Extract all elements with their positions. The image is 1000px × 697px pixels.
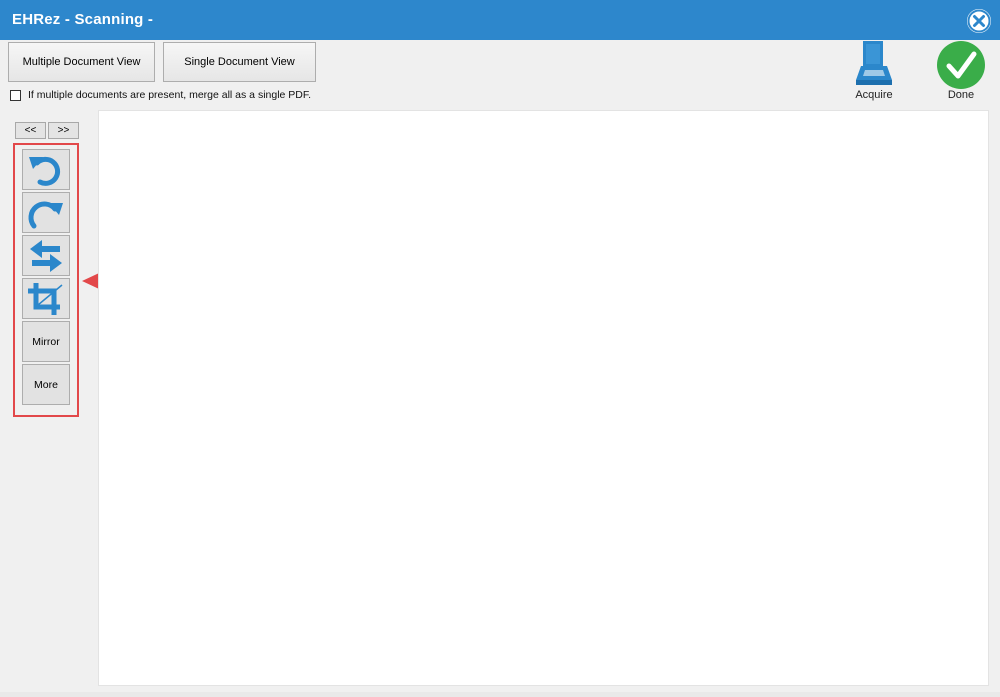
mirror-button[interactable]: Mirror <box>22 321 70 362</box>
acquire-button[interactable] <box>851 40 897 90</box>
previous-page-button[interactable]: << <box>15 122 46 139</box>
checkmark-icon <box>937 41 985 89</box>
window-title: EHRez - Scanning - <box>12 11 154 28</box>
bottom-border <box>0 692 1000 697</box>
next-page-button[interactable]: >> <box>48 122 79 139</box>
done-label: Done <box>947 89 975 101</box>
tool-sidebar: << >> Mirror More <box>0 108 98 697</box>
crop-button[interactable] <box>22 278 70 319</box>
swap-arrows-icon <box>30 239 62 272</box>
crop-icon <box>28 282 63 315</box>
merge-pdf-label: If multiple documents are present, merge… <box>28 89 312 101</box>
more-button[interactable]: More <box>22 364 70 405</box>
acquire-label: Acquire <box>855 89 893 101</box>
rotate-right-button[interactable] <box>22 192 70 233</box>
close-icon[interactable] <box>964 6 994 36</box>
multiple-document-view-button[interactable]: Multiple Document View <box>8 42 155 82</box>
scanner-icon <box>856 41 892 85</box>
done-button[interactable] <box>936 41 986 91</box>
document-preview-area[interactable] <box>98 110 989 686</box>
merge-pdf-checkbox[interactable] <box>10 89 21 101</box>
single-document-view-button[interactable]: Single Document View <box>163 42 316 82</box>
rotate-right-icon <box>28 201 63 228</box>
swap-button[interactable] <box>22 235 70 276</box>
toolbar: Multiple Document View Single Document V… <box>0 40 1000 106</box>
title-bar: EHRez - Scanning - <box>0 0 1000 40</box>
rotate-left-icon <box>29 156 61 186</box>
merge-pdf-option[interactable]: If multiple documents are present, merge… <box>10 88 311 102</box>
rotate-left-button[interactable] <box>22 149 70 190</box>
